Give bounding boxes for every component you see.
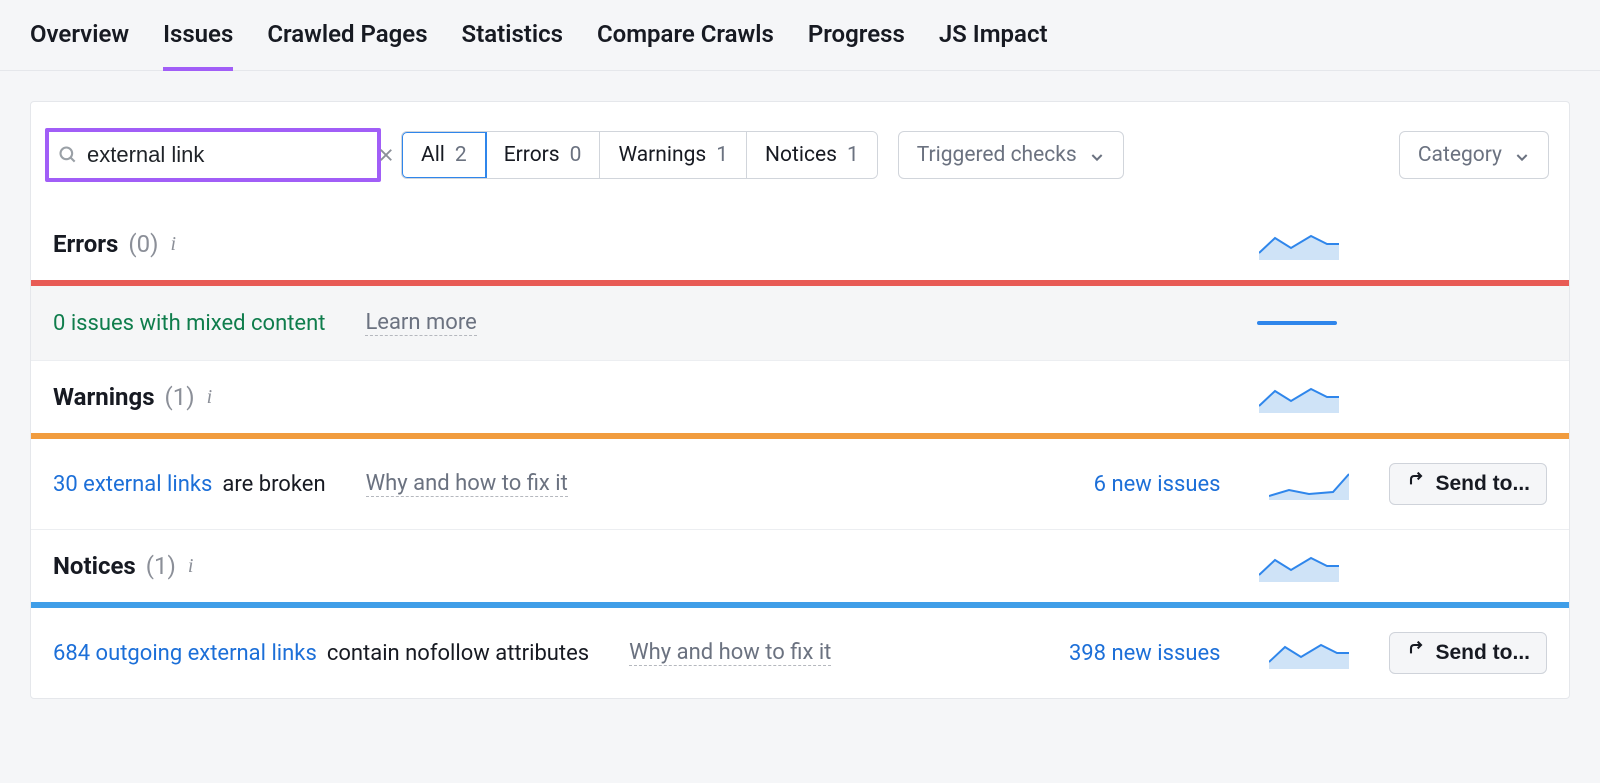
filter-group: All 2 Errors 0 Warnings 1 Notices 1	[401, 131, 878, 179]
info-icon[interactable]: i	[207, 386, 213, 409]
share-icon	[1406, 640, 1426, 666]
sparkline-icon	[1269, 637, 1349, 669]
section-count: (0)	[128, 230, 158, 258]
dropdown-label: Triggered checks	[917, 143, 1077, 167]
section-title: Errors	[53, 230, 118, 258]
filter-label: All	[421, 143, 445, 167]
issue-row-mixed-content: 0 issues with mixed content Learn more	[31, 286, 1569, 361]
new-issues-link[interactable]: 398 new issues	[1069, 641, 1221, 666]
issue-link[interactable]: 30 external links	[53, 472, 212, 497]
info-icon[interactable]: i	[170, 233, 176, 256]
tab-progress[interactable]: Progress	[808, 20, 905, 70]
why-how-link[interactable]: Why and how to fix it	[629, 640, 831, 666]
issues-panel: All 2 Errors 0 Warnings 1 Notices 1 Trig…	[30, 101, 1570, 699]
filter-count: 0	[570, 143, 582, 167]
main-tabs: Overview Issues Crawled Pages Statistics…	[0, 0, 1600, 71]
filter-errors[interactable]: Errors 0	[486, 132, 601, 178]
triggered-checks-dropdown[interactable]: Triggered checks	[898, 131, 1124, 179]
tab-compare-crawls[interactable]: Compare Crawls	[597, 20, 774, 70]
filter-notices[interactable]: Notices 1	[747, 132, 877, 178]
filter-count: 1	[716, 143, 728, 167]
sparkline-icon	[1259, 381, 1339, 413]
toolbar: All 2 Errors 0 Warnings 1 Notices 1 Trig…	[31, 102, 1569, 208]
category-dropdown[interactable]: Category	[1399, 131, 1549, 179]
filter-label: Notices	[765, 143, 837, 167]
send-to-label: Send to...	[1436, 472, 1531, 496]
filter-count: 1	[847, 143, 859, 167]
section-title: Notices	[53, 552, 136, 580]
learn-more-link[interactable]: Learn more	[365, 310, 476, 336]
section-header-notices: Notices (1) i	[31, 530, 1569, 602]
send-to-label: Send to...	[1436, 641, 1531, 665]
tab-crawled-pages[interactable]: Crawled Pages	[267, 20, 427, 70]
filter-label: Warnings	[618, 143, 706, 167]
section-title: Warnings	[53, 383, 155, 411]
chevron-down-icon	[1089, 147, 1105, 163]
new-issues-link[interactable]: 6 new issues	[1094, 472, 1221, 497]
chevron-down-icon	[1514, 147, 1530, 163]
issue-text-rest: contain nofollow attributes	[327, 641, 589, 666]
why-how-link[interactable]: Why and how to fix it	[366, 471, 568, 497]
sparkline-icon	[1259, 550, 1339, 582]
sparkline-icon	[1259, 228, 1339, 260]
filter-all[interactable]: All 2	[401, 131, 487, 179]
filter-label: Errors	[504, 143, 560, 167]
tab-issues[interactable]: Issues	[163, 20, 233, 70]
tab-statistics[interactable]: Statistics	[462, 20, 563, 70]
search-box	[45, 128, 381, 182]
issue-link[interactable]: 684 outgoing external links	[53, 641, 317, 666]
info-icon[interactable]: i	[188, 555, 194, 578]
tab-js-impact[interactable]: JS Impact	[939, 20, 1048, 70]
issue-row-nofollow: 684 outgoing external links contain nofo…	[31, 608, 1569, 698]
section-count: (1)	[146, 552, 176, 580]
tab-overview[interactable]: Overview	[30, 20, 129, 70]
section-header-errors: Errors (0) i	[31, 208, 1569, 280]
send-to-button[interactable]: Send to...	[1389, 463, 1548, 505]
filter-warnings[interactable]: Warnings 1	[600, 132, 747, 178]
sparkline-icon	[1269, 468, 1349, 500]
filter-count: 2	[455, 143, 467, 167]
search-clear-button[interactable]	[375, 144, 397, 166]
issue-text-rest: are broken	[222, 472, 325, 497]
dropdown-label: Category	[1418, 143, 1502, 167]
issue-link: 0 issues with mixed content	[53, 311, 325, 336]
send-to-button[interactable]: Send to...	[1389, 632, 1548, 674]
section-header-warnings: Warnings (1) i	[31, 361, 1569, 433]
share-icon	[1406, 471, 1426, 497]
search-icon	[57, 144, 79, 166]
search-input[interactable]	[87, 142, 375, 168]
section-count: (1)	[165, 383, 195, 411]
issue-row-broken-links: 30 external links are broken Why and how…	[31, 439, 1569, 530]
sparkline-flat-icon	[1257, 321, 1337, 325]
